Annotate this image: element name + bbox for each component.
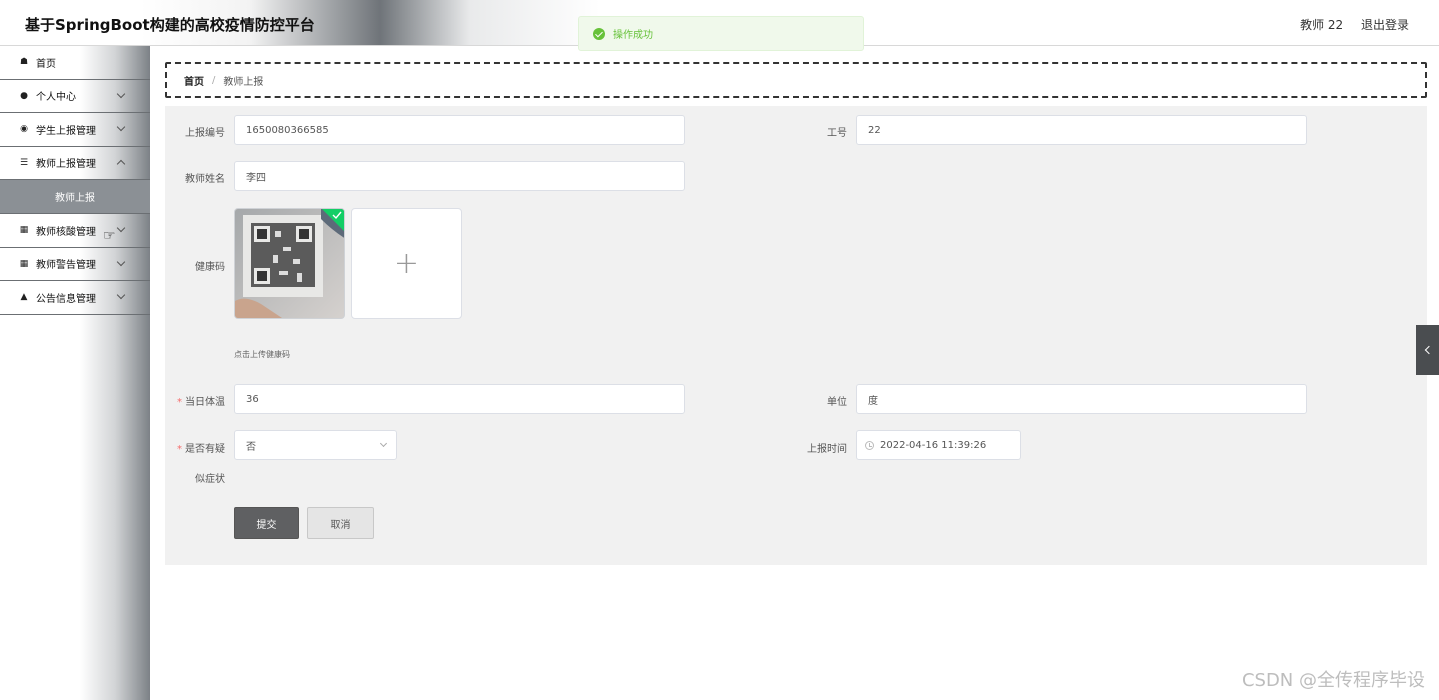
sidebar-item-label: 首页 (36, 58, 56, 70)
symptom-select[interactable]: 否 (234, 430, 397, 460)
chevron-down-icon (116, 290, 126, 300)
required-mark: * (177, 397, 182, 408)
hand-cursor-icon: ☞ (103, 228, 116, 244)
grid-icon: ▦ (19, 225, 29, 236)
breadcrumb-home[interactable]: 首页 (184, 73, 204, 88)
check-corner-icon (322, 209, 344, 231)
collapse-panel-button[interactable] (1416, 325, 1439, 375)
temperature-input[interactable]: 36 (234, 384, 685, 414)
chevron-down-icon (379, 439, 388, 448)
header-user-area: 教师 22 退出登录 (1286, 16, 1409, 33)
health-code-thumbnail[interactable] (234, 208, 345, 319)
chevron-down-icon (116, 257, 126, 266)
symptom-select-value: 否 (246, 441, 256, 453)
sidebar-item-label: 个人中心 (36, 92, 76, 104)
chevron-up-icon (116, 159, 126, 168)
chevron-left-icon (1424, 345, 1434, 355)
sidebar-item-label: 教师上报管理 (36, 159, 96, 171)
sidebar-item-announcement[interactable]: ▲ 公告信息管理 (0, 281, 150, 315)
sidebar-item-label: 教师核酸管理 (36, 226, 96, 238)
grid-icon: ▦ (19, 258, 29, 269)
breadcrumb-current: 教师上报 (223, 76, 264, 88)
required-mark: * (177, 444, 182, 455)
home-icon: ☗ (19, 57, 29, 68)
teacher-name-input[interactable]: 李四 (234, 161, 685, 191)
sidebar-item-home[interactable]: ☗ 首页 (0, 46, 150, 80)
user-icon: ● (20, 90, 28, 101)
cancel-button[interactable]: 取消 (307, 507, 374, 539)
clock-icon (865, 440, 874, 450)
sidebar-item-student-report[interactable]: ◉ 学生上报管理 (0, 113, 150, 147)
teacher-name-label: 教师姓名 (185, 174, 225, 185)
success-toast: 操作成功 (578, 16, 864, 51)
unit-label: 单位 (827, 397, 847, 408)
report-form: 上报编号 1650080366585 工号 22 教师姓名 李四 健康码 + 点… (165, 106, 1427, 565)
chevron-down-icon (116, 89, 126, 98)
submit-button[interactable]: 提交 (234, 507, 299, 539)
temperature-label: * 当日体温 (155, 393, 225, 408)
breadcrumb-separator: / (212, 74, 216, 86)
symptom-label-line1: 是否有疑 (185, 444, 225, 455)
symptom-label-line2: 似症状 (195, 474, 225, 485)
logout-link[interactable]: 退出登录 (1361, 18, 1409, 32)
staff-no-label: 工号 (827, 128, 847, 139)
report-time-value: 2022-04-16 11:39:26 (880, 439, 987, 451)
current-user: 教师 22 (1300, 18, 1344, 32)
report-time-picker[interactable]: 2022-04-16 11:39:26 (856, 430, 1021, 460)
sliders-icon: ☰ (19, 157, 29, 168)
upload-add-button[interactable]: + (351, 208, 462, 319)
sidebar-item-label: 教师警告管理 (36, 260, 96, 272)
report-no-input[interactable]: 1650080366585 (234, 115, 685, 145)
watermark: CSDN @全传程序毕设 (1241, 670, 1425, 691)
chevron-down-icon (116, 122, 126, 132)
chevron-down-icon (116, 223, 126, 233)
sidebar-subitem-teacher-report[interactable]: 教师上报 (0, 180, 150, 214)
toast-message: 操作成功 (613, 30, 653, 41)
check-circle-icon (593, 27, 605, 40)
sidebar-item-label: 学生上报管理 (36, 125, 96, 137)
person-stamp-icon: ▲ (20, 292, 28, 303)
sidebar: ☗ 首页 ● 个人中心 ◉ 学生上报管理 ☰ 教师上报管理 教师上报 ▦ 教师核… (0, 46, 150, 700)
sidebar-item-teacher-warning[interactable]: ▦ 教师警告管理 (0, 248, 150, 281)
location-pin-icon: ◉ (20, 124, 28, 135)
report-time-label: 上报时间 (807, 444, 847, 455)
sidebar-item-label: 公告信息管理 (36, 293, 96, 305)
sidebar-item-personal-center[interactable]: ● 个人中心 (0, 80, 150, 113)
upload-tip: 点击上传健康码 (234, 350, 290, 359)
report-no-label: 上报编号 (185, 128, 225, 139)
breadcrumb: 首页 / 教师上报 (165, 62, 1427, 98)
sidebar-item-teacher-nucleic[interactable]: ▦ 教师核酸管理 (0, 214, 150, 248)
symptom-label: * 是否有疑 (155, 440, 225, 455)
health-code-label: 健康码 (195, 262, 225, 273)
staff-no-input[interactable]: 22 (856, 115, 1307, 145)
unit-input[interactable]: 度 (856, 384, 1307, 414)
app-title: 基于SpringBoot构建的高校疫情防控平台 (25, 16, 315, 34)
temperature-label-text: 当日体温 (185, 397, 225, 408)
sidebar-item-teacher-report[interactable]: ☰ 教师上报管理 (0, 147, 150, 180)
